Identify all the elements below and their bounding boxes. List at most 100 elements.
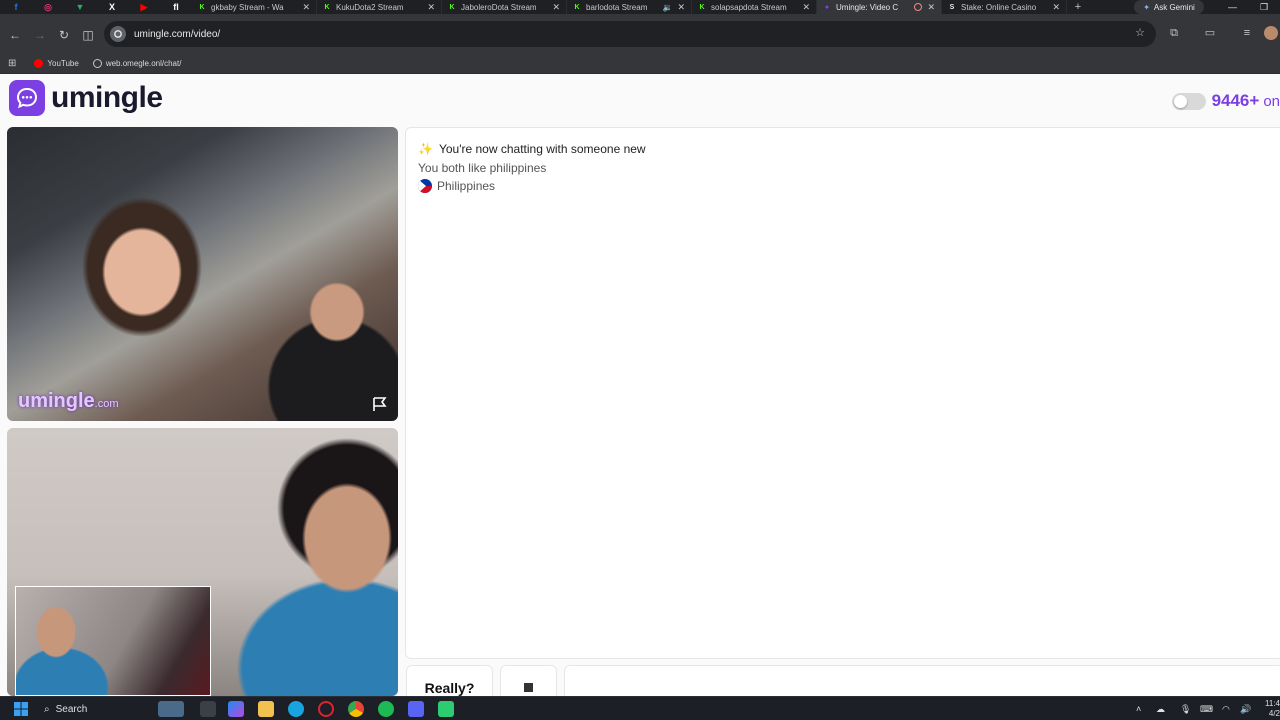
bookmark-star-icon[interactable]: ☆ — [1133, 26, 1147, 40]
globe-icon — [92, 59, 102, 68]
restore-button[interactable]: ❐ — [1260, 0, 1268, 14]
browser-tab[interactable]: ● Umingle: Video C ✕ — [817, 0, 942, 14]
browser-tab[interactable]: S Stake: Online Casino ✕ — [942, 0, 1067, 14]
back-arrow-icon[interactable]: ← — [8, 28, 22, 42]
browser-tab[interactable]: Kgkbaby Stream - Wa ✕ — [192, 0, 317, 14]
volume-icon[interactable]: 🔊 — [1240, 701, 1251, 717]
tray-overflow-icon[interactable]: ˄ — [1136, 701, 1141, 717]
browser-tab[interactable]: Kbarlodota Stream 🔉 ✕ — [567, 0, 692, 14]
task-view-icon[interactable] — [200, 701, 216, 717]
apps-grid-icon[interactable]: ⊞ — [8, 58, 16, 69]
bookmark-omegle[interactable]: web.omegle.onl/chat/ — [92, 59, 182, 68]
taskbar-search[interactable]: ⌕ Search — [38, 700, 148, 718]
news-widget-icon[interactable] — [158, 701, 184, 717]
browser-toolbar: ← → ↻ ◫ umingle.com/video/ ☆ ⧉ ▭ ≡ — [0, 14, 1280, 54]
report-flag-icon[interactable] — [371, 396, 389, 412]
ask-gemini-button[interactable]: ✦ Ask Gemini — [1134, 0, 1204, 14]
kick-icon: K — [574, 3, 580, 11]
search-label: Search — [55, 703, 88, 715]
philippines-flag-icon — [418, 179, 432, 193]
umingle-watermark: umingle.com — [18, 390, 119, 413]
logo-text: umingle — [51, 81, 163, 114]
bookmarks-bar: ⊞ YouTube web.omegle.onl/chat/ — [0, 54, 1280, 74]
theme-toggle[interactable] — [1171, 92, 1206, 110]
tab-title: solapsapdota Stream — [711, 2, 787, 12]
picture-in-picture-overlay — [15, 586, 211, 696]
spotify-icon[interactable] — [378, 701, 394, 717]
tab-title: gkbaby Stream - Wa — [211, 2, 284, 12]
tab-close-icon[interactable]: ✕ — [1052, 2, 1060, 13]
media-controls-icon[interactable]: ≡ — [1240, 26, 1254, 40]
really-label: Really? — [424, 680, 475, 696]
stake-icon: S — [949, 3, 955, 11]
extensions-icon[interactable]: ⧉ — [1167, 26, 1181, 40]
browser-tab[interactable]: Ksolapsapdota Stream ✕ — [692, 0, 817, 14]
wifi-icon[interactable]: ◠ — [1222, 701, 1230, 717]
x-icon[interactable]: X — [96, 0, 128, 14]
discord-icon[interactable] — [408, 701, 424, 717]
online-counter: 9446+ on — [1171, 91, 1280, 111]
tab-close-icon[interactable]: ✕ — [552, 2, 560, 13]
browser-tab[interactable]: K JaboleroDota Stream ✕ — [442, 0, 567, 14]
tab-title: Stake: Online Casino — [961, 2, 1037, 12]
bookmark-youtube[interactable]: YouTube — [34, 59, 79, 68]
stop-square-icon — [524, 683, 533, 692]
app-icon[interactable] — [438, 701, 454, 717]
chrome-icon[interactable] — [348, 701, 364, 717]
country-text: Philippines — [437, 179, 496, 193]
system-clock[interactable]: 11:4 4/2 — [1262, 699, 1280, 719]
bookmark-label: web.omegle.onl/chat/ — [105, 59, 182, 68]
umingle-logo[interactable]: umingle — [9, 80, 163, 116]
microphone-icon[interactable]: 🎙 — [1180, 701, 1191, 717]
online-count: 9446+ — [1211, 91, 1260, 110]
system-message: ✨ You're now chatting with someone new — [418, 142, 646, 156]
browser-tab[interactable]: K KukuDota2 Stream ✕ — [317, 0, 442, 14]
opera-icon[interactable] — [318, 701, 334, 717]
clock-time: 11:4 — [1265, 699, 1280, 708]
new-tab-button[interactable]: + — [1067, 1, 1089, 13]
cloud-icon[interactable]: ☁ — [1156, 701, 1165, 717]
cast-icon[interactable]: ▭ — [1203, 26, 1217, 40]
profile-avatar[interactable] — [1264, 26, 1278, 40]
chat-headline: You're now chatting with someone new — [438, 142, 646, 156]
kick-icon: K — [324, 3, 330, 11]
online-suffix: on — [1263, 92, 1280, 110]
facebook-icon[interactable]: f — [0, 0, 32, 14]
tab-strip: f ◎ ▼ X ▶ fl Kgkbaby Stream - Wa ✕ K KukuDota2 St… — [0, 0, 1280, 14]
tab-title: Umingle: Video C — [836, 2, 899, 12]
umingle-icon: ● — [824, 3, 830, 11]
minimize-button[interactable]: — — [1228, 0, 1237, 14]
kick-icon: K — [449, 3, 455, 11]
windows-taskbar: ⌕ Search ˄ ☁ 🎙 ⌨ ◠ 🔊 11:4 4/2 — [0, 696, 1280, 720]
gemini-icon: ✦ — [1143, 2, 1150, 12]
url-text: umingle.com/video/ — [134, 28, 221, 40]
stranger-country: Philippines — [418, 179, 495, 193]
tab-audio-icon[interactable]: 🔉 — [662, 3, 672, 12]
stranger-video: umingle.com — [7, 127, 398, 421]
tab-close-icon[interactable]: ✕ — [302, 2, 310, 13]
copilot-icon[interactable] — [228, 701, 244, 717]
kick-icon: K — [699, 3, 705, 11]
shared-interest: You both like philippines — [418, 161, 546, 175]
fb-page-icon[interactable]: fl — [160, 0, 192, 14]
youtube-icon[interactable]: ▶ — [128, 0, 160, 14]
youtube-icon — [34, 59, 44, 68]
edge-icon[interactable] — [288, 701, 304, 717]
forward-arrow-icon[interactable]: → — [33, 28, 47, 42]
address-bar[interactable]: umingle.com/video/ — [104, 21, 1156, 47]
sparkles-icon: ✨ — [418, 142, 433, 156]
tab-close-icon[interactable]: ✕ — [427, 2, 435, 13]
search-icon: ⌕ — [44, 703, 50, 715]
site-info-icon[interactable] — [110, 26, 126, 42]
file-explorer-icon[interactable] — [258, 701, 274, 717]
tab-close-icon[interactable]: ✕ — [927, 2, 935, 13]
instagram-icon[interactable]: ◎ — [32, 0, 64, 14]
side-panel-icon[interactable]: ◫ — [81, 28, 95, 42]
tab-close-icon[interactable]: ✕ — [677, 2, 685, 13]
vpn-shield-icon[interactable]: ▼ — [64, 0, 96, 14]
keyboard-icon[interactable]: ⌨ — [1200, 701, 1213, 717]
tab-close-icon[interactable]: ✕ — [802, 2, 810, 13]
watermark-suffix: .com — [94, 398, 119, 410]
reload-icon[interactable]: ↻ — [57, 28, 71, 42]
windows-start-icon[interactable] — [14, 702, 28, 716]
